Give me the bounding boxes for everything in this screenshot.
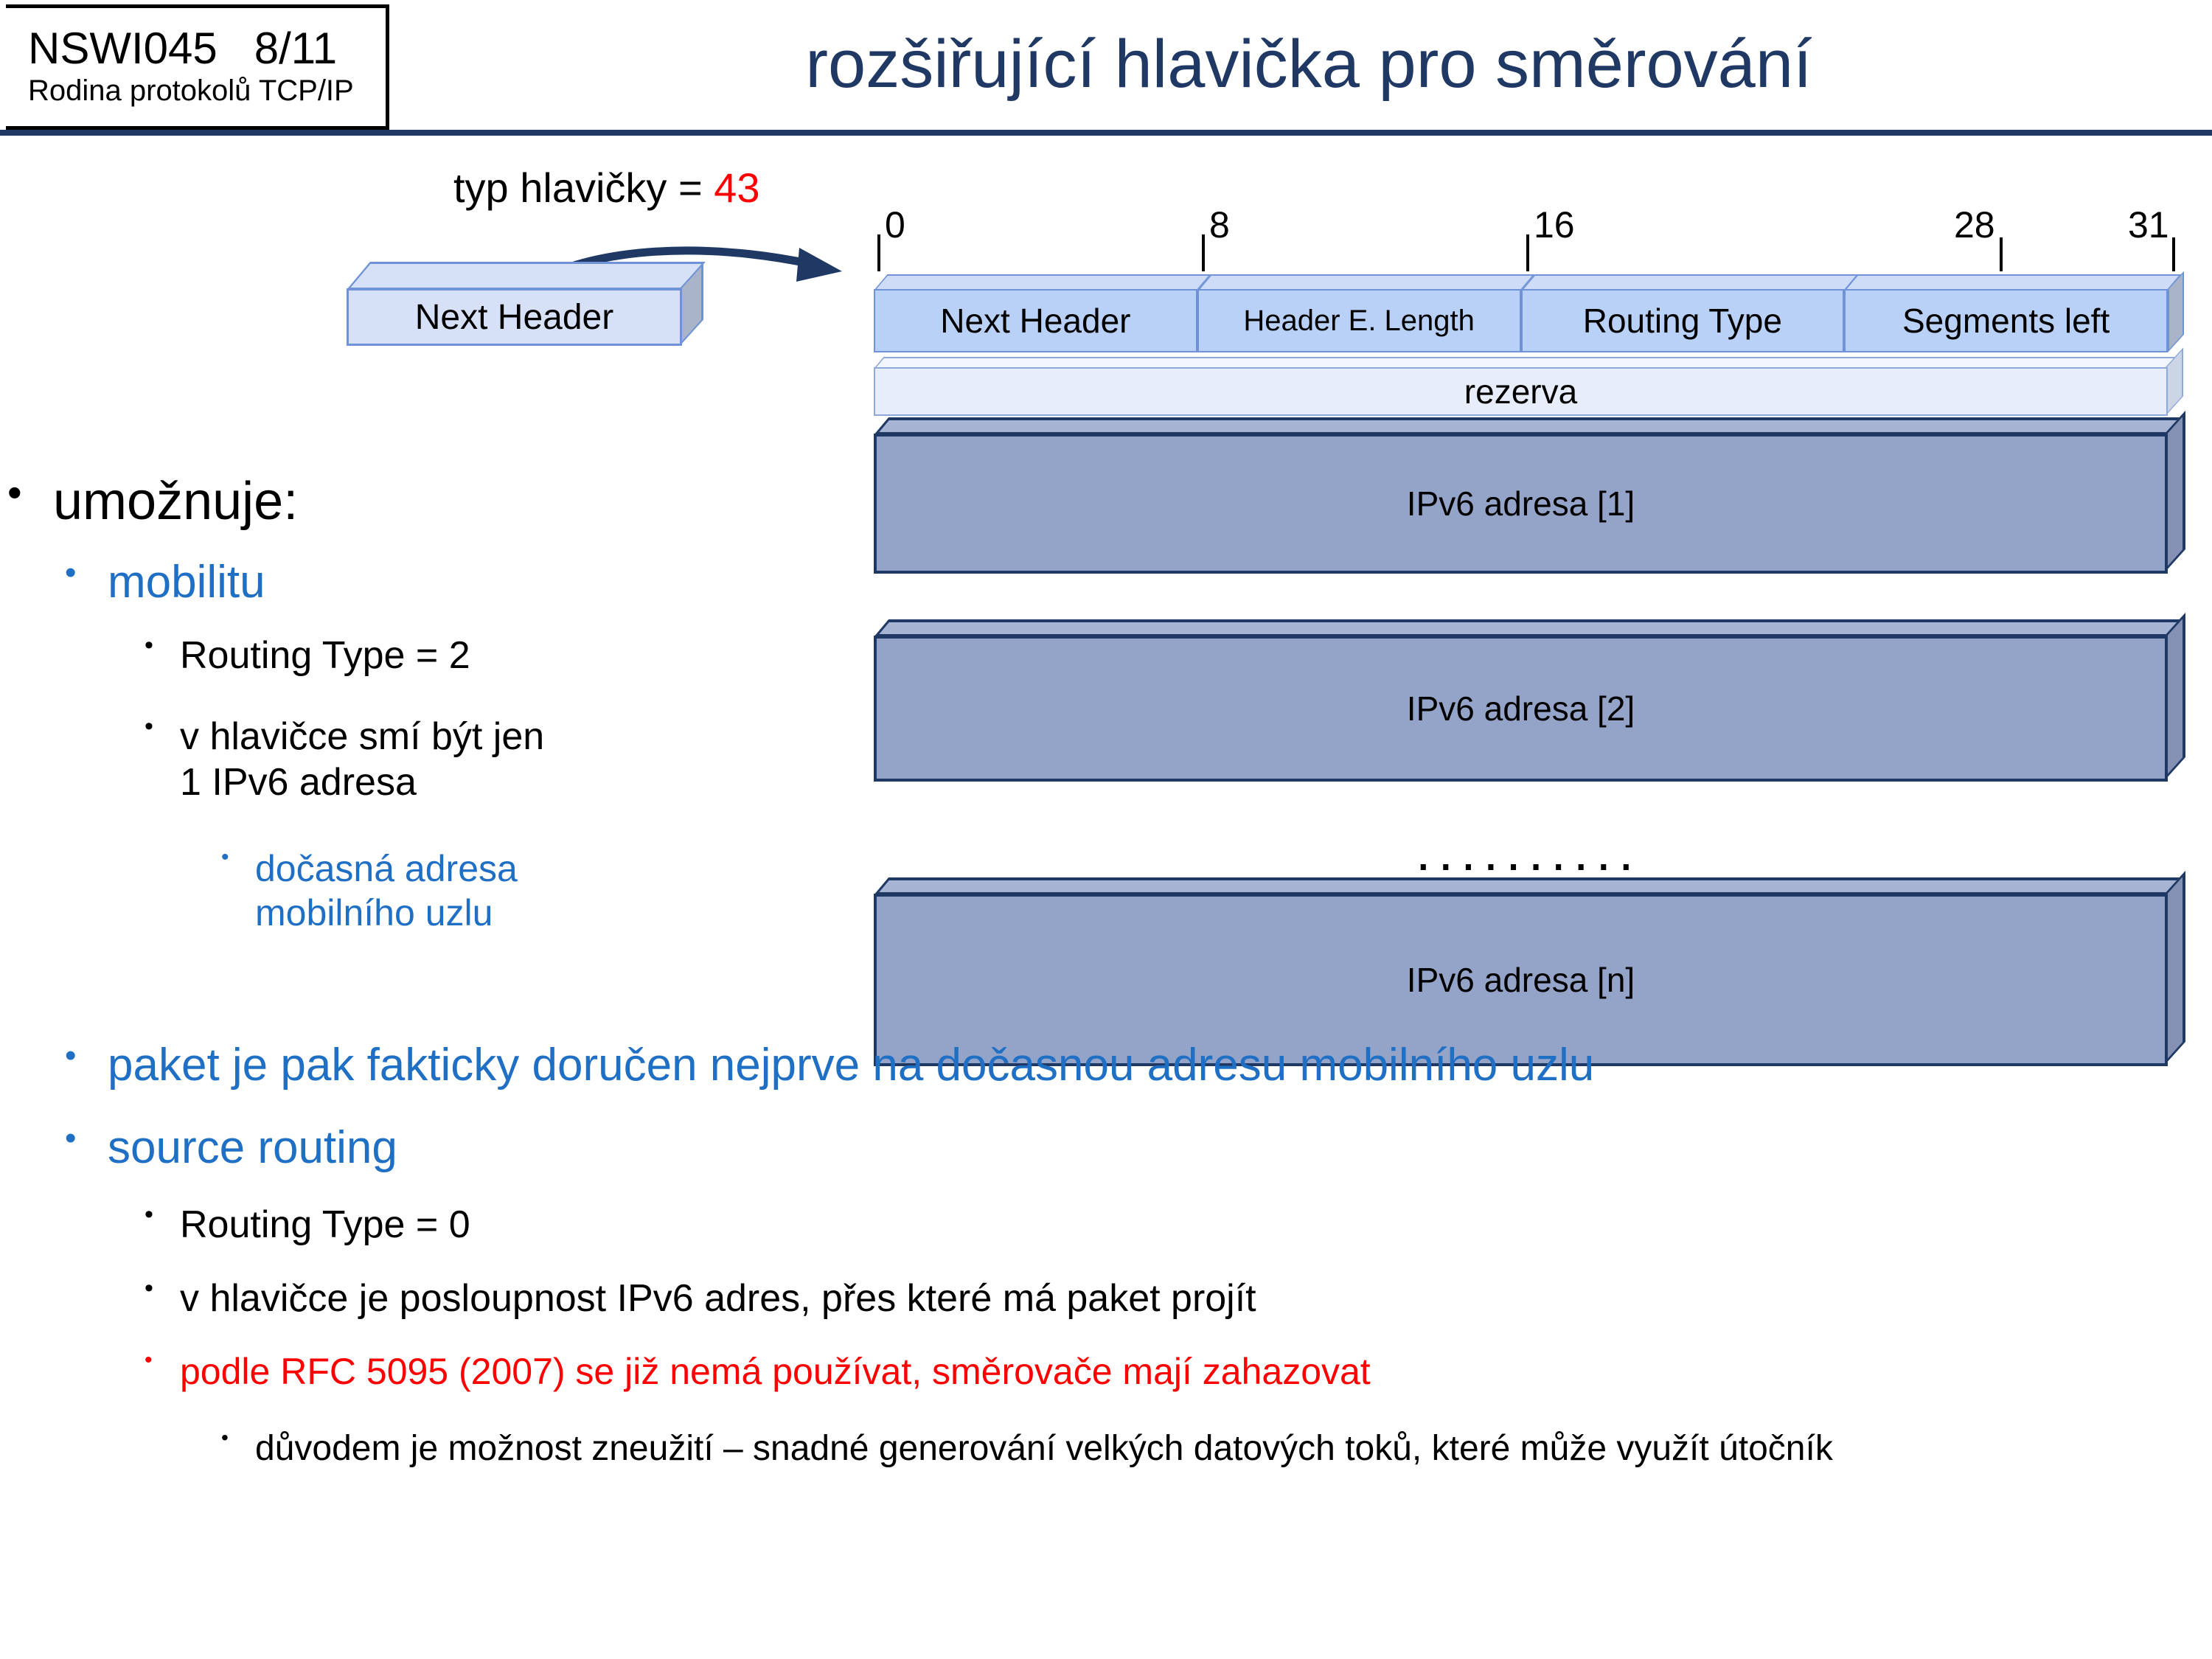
bullet-text: dočasná adresa mobilního uzlu	[255, 848, 518, 933]
page-title: rozšiřující hlavička pro směrování	[805, 26, 1812, 102]
header-divider	[0, 130, 2212, 136]
slide-header: NSWI045 8/11 Rodina protokolů TCP/IP roz…	[0, 0, 2212, 136]
bullet-dot-icon: •	[65, 554, 77, 591]
next-header-source-box-label: Next Header	[347, 288, 682, 346]
header-field-next-header: Next Header	[874, 289, 1197, 352]
bit-label-8: 8	[1209, 204, 1230, 246]
bit-label-0: 0	[885, 204, 905, 246]
bullet-item: • důvodem je možnost zneužití – snadné ge…	[221, 1427, 1961, 1470]
next-header-source-box: Next Header	[347, 262, 708, 347]
bullet-text: podle RFC 5095 (2007) se již nemá použív…	[180, 1351, 1371, 1392]
bit-ruler: 0 8 16 28 31	[877, 199, 2175, 276]
bullet-text: source routing	[108, 1122, 397, 1173]
bit-tick-31	[2172, 237, 2175, 271]
bullet-dot-icon: •	[145, 1274, 153, 1302]
header-field-header-e-length: Header E. Length	[1197, 289, 1521, 352]
header-field-top-1	[1197, 274, 1534, 291]
bit-tick-0	[877, 234, 880, 271]
next-header-source-box-top	[347, 262, 706, 290]
bullet-dot-icon: •	[221, 845, 229, 869]
header-field-top-0	[874, 274, 1211, 291]
slide-body-bullets: • umožnuje: • mobilitu • Routing Type = 2 • v h…	[0, 472, 2197, 1659]
bit-tick-16	[1526, 234, 1529, 271]
bullet-dot-icon: •	[145, 631, 153, 659]
bullet-item: • paket je pak fakticky doručen nejprve n…	[65, 1040, 1761, 1091]
bullet-item: • podle RFC 5095 (2007) se již nemá použí…	[145, 1349, 1914, 1394]
header-field-routing-type: Routing Type	[1520, 289, 1845, 352]
bullet-item: • source routing	[65, 1120, 1097, 1174]
bullet-dot-icon: •	[65, 1037, 77, 1074]
ipv6-address-block-1-top	[874, 417, 2183, 435]
bullet-dot-icon: •	[145, 1200, 153, 1228]
bullet-item: • dočasná adresa mobilního uzlu	[221, 846, 575, 935]
bullet-dot-icon: •	[145, 1348, 153, 1372]
bullet-item: • v hlavičce je posloupnost IPv6 adres, p…	[145, 1276, 1914, 1321]
bullet-text: důvodem je možnost zneužití – snadné gen…	[255, 1429, 1833, 1468]
bullet-text: paket je pak fakticky doručen nejprve na…	[108, 1040, 1595, 1091]
bullet-dot-icon: •	[7, 469, 22, 515]
bullet-text: mobilitu	[108, 557, 265, 608]
bit-tick-8	[1202, 234, 1205, 271]
bullet-dot-icon: •	[221, 1426, 229, 1449]
bullet-item: • Routing Type = 0	[145, 1202, 1398, 1248]
course-badge-inner: NSWI045 8/11 Rodina protokolů TCP/IP	[6, 8, 386, 126]
course-code: NSWI045 8/11	[28, 24, 338, 73]
packet-header-field-row: Next Header Header E. Length Routing Type S…	[874, 271, 2194, 352]
bit-label-28: 28	[1954, 204, 1995, 246]
header-field-segments-left: Segments left	[1844, 289, 2168, 352]
course-subtitle: Rodina protokolů TCP/IP	[28, 74, 354, 107]
bit-label-16: 16	[1534, 204, 1575, 246]
bullet-text: v hlavičce smí být jen 1 IPv6 adresa	[180, 715, 545, 804]
header-field-top-3	[1844, 274, 2182, 291]
reserved-row: rezerva	[874, 347, 2194, 417]
bullet-dot-icon: •	[65, 1120, 77, 1156]
bit-tick-28	[2000, 237, 2003, 271]
bullet-text: v hlavičce je posloupnost IPv6 adres, př…	[180, 1277, 1256, 1320]
bullet-text: umožnuje:	[53, 472, 299, 531]
bullet-item: • umožnuje:	[7, 472, 671, 532]
header-field-top-2	[1520, 274, 1858, 291]
bullet-dot-icon: •	[145, 712, 153, 740]
course-badge: NSWI045 8/11 Rodina protokolů TCP/IP	[6, 4, 389, 130]
bullet-text: Routing Type = 2	[180, 634, 470, 677]
bullet-text: Routing Type = 0	[180, 1203, 470, 1246]
bit-label-31: 31	[2128, 204, 2169, 246]
bullet-item: • Routing Type = 2	[145, 633, 808, 678]
reserved-row-label: rezerva	[874, 367, 2168, 416]
bullet-item: • v hlavičce smí být jen 1 IPv6 adresa	[145, 714, 557, 806]
bullet-item: • mobilitu	[65, 557, 728, 608]
